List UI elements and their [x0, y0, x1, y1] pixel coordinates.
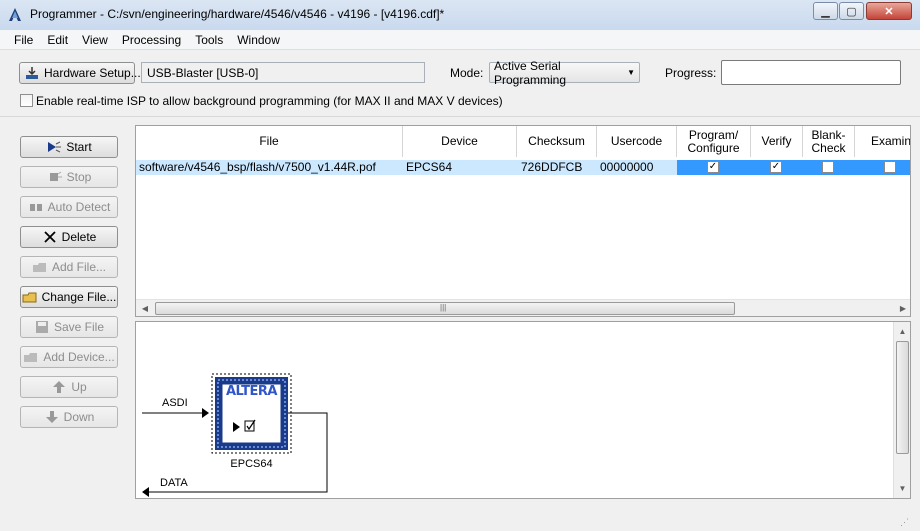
- row-usercode: 00000000: [600, 160, 654, 174]
- save-file-icon: [34, 320, 50, 334]
- scroll-right-icon[interactable]: ▶: [896, 302, 910, 315]
- resize-grip-icon[interactable]: ⋰: [900, 518, 912, 530]
- separator: [0, 116, 920, 117]
- maximize-button[interactable]: ▢: [839, 2, 864, 20]
- down-label: Down: [63, 410, 95, 424]
- close-icon: ✕: [884, 5, 894, 18]
- asdi-arrowhead: [202, 408, 209, 418]
- menu-tools[interactable]: Tools: [188, 33, 230, 47]
- isp-checkbox[interactable]: [20, 94, 33, 107]
- mode-value: Active Serial Programming: [494, 58, 567, 87]
- start-label: Start: [66, 140, 92, 154]
- data-label: DATA: [160, 477, 188, 489]
- delete-label: Delete: [61, 230, 97, 244]
- add-device-icon: [23, 350, 39, 364]
- chip-name: EPCS64: [230, 458, 273, 470]
- examine-checkbox[interactable]: [884, 161, 896, 173]
- change-file-label: Change File...: [41, 290, 117, 304]
- column-program[interactable]: Program/Configure: [677, 126, 751, 157]
- table-row[interactable]: software/v4546_bsp/flash/v7500_v1.44R.po…: [136, 160, 910, 175]
- file-table: File Device Checksum Usercode Program/Co…: [135, 125, 911, 317]
- save-file-button[interactable]: Save File: [20, 316, 118, 338]
- stop-button[interactable]: Stop: [20, 166, 118, 188]
- column-usercode[interactable]: Usercode: [597, 126, 677, 157]
- up-icon: [51, 380, 67, 394]
- menu-edit[interactable]: Edit: [40, 33, 75, 47]
- menu-window[interactable]: Window: [230, 33, 287, 47]
- change-file-icon: [22, 290, 38, 304]
- auto-detect-label: Auto Detect: [47, 200, 111, 214]
- vertical-scrollbar[interactable]: ▲ ▼: [893, 322, 910, 498]
- mode-label: Mode:: [450, 66, 484, 80]
- hardware-setup-icon: [24, 66, 40, 80]
- asdi-label: ASDI: [162, 397, 188, 409]
- delete-button[interactable]: Delete: [20, 226, 118, 248]
- change-file-button[interactable]: Change File...: [20, 286, 118, 308]
- column-device[interactable]: Device: [403, 126, 517, 157]
- grip-icon: |||: [440, 303, 447, 312]
- mode-select[interactable]: Active Serial Programming ▼: [489, 59, 640, 87]
- altera-logo: ALTERA: [225, 384, 278, 399]
- start-icon: [46, 140, 62, 154]
- save-file-label: Save File: [53, 320, 105, 334]
- chain-diagram: ▲ ▼ ALTERA ASDI DATA EPCS64: [135, 321, 911, 499]
- row-file: software/v4546_bsp/flash/v7500_v1.44R.po…: [139, 160, 376, 174]
- scroll-up-icon[interactable]: ▲: [896, 325, 909, 337]
- auto-detect-icon: [28, 200, 44, 214]
- isp-label: Enable real-time ISP to allow background…: [36, 94, 503, 108]
- up-button[interactable]: Up: [20, 376, 118, 398]
- progress-label: Progress:: [665, 66, 717, 80]
- blank-check-checkbox[interactable]: [822, 161, 834, 173]
- horizontal-scrollbar[interactable]: ◀ ||| ▶: [136, 299, 910, 316]
- minimize-icon: ▁: [821, 5, 830, 18]
- hardware-setup-label: Hardware Setup...: [44, 66, 141, 80]
- scroll-thumb-vertical[interactable]: [896, 341, 909, 454]
- window-title: Programmer - C:/svn/engineering/hardware…: [30, 7, 445, 21]
- hardware-setup-button[interactable]: Hardware Setup...: [19, 62, 141, 84]
- program-checkbox[interactable]: ✓: [707, 161, 719, 173]
- table-header: File Device Checksum Usercode Program/Co…: [136, 126, 910, 157]
- auto-detect-button[interactable]: Auto Detect: [20, 196, 118, 218]
- maximize-icon: ▢: [846, 5, 857, 18]
- add-file-button[interactable]: Add File...: [20, 256, 118, 278]
- scroll-thumb[interactable]: |||: [155, 302, 735, 315]
- checkmark-icon: ✓: [771, 161, 781, 172]
- quartus-programmer-icon: [9, 8, 21, 21]
- start-button[interactable]: Start: [20, 136, 118, 158]
- add-device-button[interactable]: Add Device...: [20, 346, 118, 368]
- hardware-field: USB-Blaster [USB-0]: [141, 62, 425, 83]
- chevron-down-icon: ▼: [627, 68, 635, 77]
- menu-processing[interactable]: Processing: [115, 33, 188, 47]
- menu-view[interactable]: View: [75, 33, 115, 47]
- minimize-button[interactable]: ▁: [813, 2, 838, 20]
- add-file-icon: [32, 260, 48, 274]
- menu-bar: File Edit View Processing Tools Window: [0, 30, 920, 50]
- down-button[interactable]: Down: [20, 406, 118, 428]
- verify-checkbox[interactable]: ✓: [770, 161, 782, 173]
- column-examine[interactable]: Examine: [855, 126, 910, 157]
- column-blank-check[interactable]: Blank- Check: [803, 126, 855, 157]
- close-button[interactable]: ✕: [866, 2, 912, 20]
- scroll-left-icon[interactable]: ◀: [138, 302, 152, 315]
- delete-icon: [42, 230, 58, 244]
- stop-label: Stop: [66, 170, 92, 184]
- add-device-label: Add Device...: [43, 350, 115, 364]
- up-label: Up: [71, 380, 87, 394]
- data-arrowhead: [142, 487, 149, 497]
- down-icon: [44, 410, 60, 424]
- title-bar: Programmer - C:/svn/engineering/hardware…: [0, 0, 920, 30]
- menu-file[interactable]: File: [7, 33, 40, 47]
- row-device: EPCS64: [406, 160, 453, 174]
- jtag-chain-drawing: [142, 373, 328, 497]
- stop-icon: [47, 170, 63, 184]
- add-file-label: Add File...: [51, 260, 107, 274]
- column-checksum[interactable]: Checksum: [517, 126, 597, 157]
- column-verify[interactable]: Verify: [751, 126, 803, 157]
- checkmark-icon: ✓: [708, 161, 718, 172]
- scroll-down-icon[interactable]: ▼: [896, 482, 909, 494]
- progress-bar: [721, 60, 901, 85]
- row-checksum: 726DDFCB: [521, 160, 583, 174]
- column-file[interactable]: File: [136, 126, 403, 157]
